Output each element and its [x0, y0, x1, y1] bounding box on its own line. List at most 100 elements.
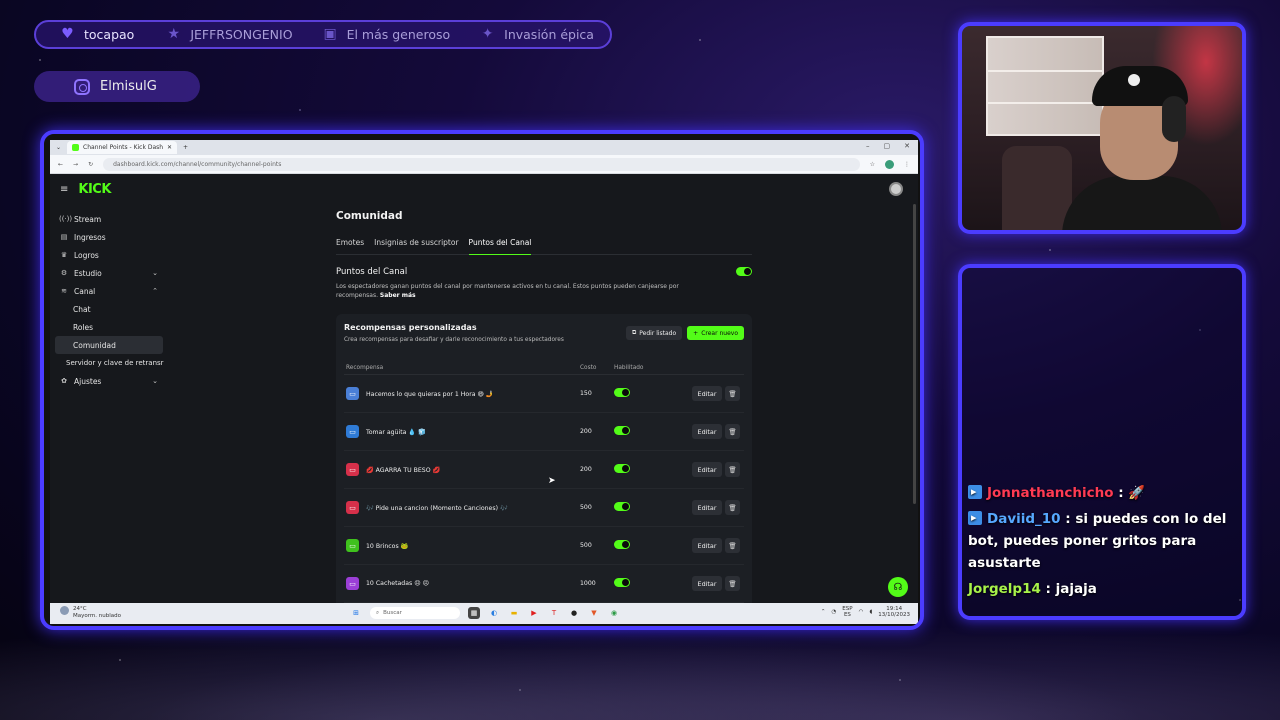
channel-points-toggle[interactable] [736, 267, 752, 276]
sidebar-item-estudio[interactable]: ⚙ Estudio ⌄ [50, 264, 168, 282]
chevron-down-icon: ⌄ [152, 269, 158, 277]
forward-icon[interactable]: → [73, 161, 78, 168]
sidebar-item-label: Logros [74, 250, 99, 260]
profile-avatar[interactable] [885, 159, 894, 169]
reload-icon[interactable]: ↻ [88, 161, 93, 168]
reward-icon: ▭ [346, 539, 359, 552]
community-content: Comunidad Emotes Insignias de suscriptor… [336, 210, 752, 614]
reward-icon: ▭ [346, 425, 359, 438]
wifi-icon[interactable]: ◠ [859, 609, 864, 615]
sidebar-item-chat[interactable]: Chat [50, 300, 168, 318]
sidebar-item-ingresos[interactable]: ▤ Ingresos [50, 228, 168, 246]
reward-actions: Editar 🗑 [692, 386, 740, 401]
volume-icon[interactable]: ◖ [869, 609, 872, 615]
brave-icon[interactable]: ▼ [588, 607, 600, 619]
file-explorer-icon[interactable]: ▬ [508, 607, 520, 619]
edge-icon[interactable]: ◐ [488, 607, 500, 619]
delete-reward-button[interactable]: 🗑 [725, 500, 740, 515]
reward-enabled-toggle[interactable] [614, 540, 630, 549]
back-icon[interactable]: ← [58, 161, 63, 168]
reward-enabled-toggle[interactable] [614, 426, 630, 435]
gift-icon: ▣ [323, 26, 337, 42]
system-tray: ⌃ ◔ ESP ES ◠ ◖ 19:14 13/10/2023 [821, 606, 910, 618]
headset [1162, 96, 1186, 142]
sidebar-item-stream[interactable]: ((·)) Stream [50, 210, 168, 228]
sidebar-item-servidor[interactable]: Servidor y clave de retransr [50, 354, 168, 372]
new-tab-icon[interactable]: + [183, 144, 188, 151]
tab-puntos-del-canal[interactable]: Puntos del Canal [468, 238, 531, 255]
chrome-icon[interactable]: ◉ [608, 607, 620, 619]
edit-reward-button[interactable]: Editar [692, 386, 722, 401]
reward-icon: ▭ [346, 501, 359, 514]
browser-menu-icon[interactable]: ⋮ [904, 161, 910, 168]
hamburger-menu-icon[interactable]: ≡ [60, 184, 68, 195]
delete-reward-button[interactable]: 🗑 [725, 538, 740, 553]
reward-enabled-toggle[interactable] [614, 388, 630, 397]
delete-reward-button[interactable]: 🗑 [725, 576, 740, 591]
edit-reward-button[interactable]: Editar [692, 500, 722, 515]
reward-enabled-toggle[interactable] [614, 578, 630, 587]
tab-emotes[interactable]: Emotes [336, 238, 364, 247]
reward-cell: ▭ 🎶 Pide una cancion (Momento Canciones) … [344, 501, 580, 514]
taskbar-search[interactable]: ⌕ Buscar [370, 607, 460, 619]
alert-label: tocapao [84, 27, 135, 42]
tab-list-chevron-icon[interactable]: ⌄ [56, 144, 61, 151]
delete-reward-button[interactable]: 🗑 [725, 424, 740, 439]
browser-tab[interactable]: Channel Points - Kick Dashboard ✕ [67, 141, 178, 154]
close-tab-icon[interactable]: ✕ [167, 144, 172, 151]
delete-reward-button[interactable]: 🗑 [725, 386, 740, 401]
request-list-button[interactable]: ⧉ Pedir listado [625, 326, 683, 340]
youtube-icon[interactable]: ▶ [528, 607, 540, 619]
page-scrollbar[interactable] [913, 204, 916, 504]
settings-icon: ✿ [61, 377, 67, 385]
kick-badge-icon [968, 481, 982, 503]
reward-actions: Editar 🗑 [692, 500, 740, 515]
tab-insignias[interactable]: Insignias de suscriptor [374, 238, 458, 247]
language-indicator[interactable]: ESP ES [842, 606, 852, 618]
chevron-up-icon: ⌃ [152, 287, 158, 295]
obs-icon[interactable]: ● [568, 607, 580, 619]
custom-rewards-card: Recompensas personalizadas Crea recompen… [336, 314, 752, 614]
clock[interactable]: 19:14 13/10/2023 [878, 606, 910, 618]
network-icon[interactable]: ◔ [831, 609, 836, 615]
sidebar-item-ajustes[interactable]: ✿ Ajustes ⌄ [50, 372, 168, 390]
reward-cell: ▭ 💋 AGARRA TU BESO 💋 [344, 463, 580, 476]
tray-chevron-icon[interactable]: ⌃ [821, 609, 826, 615]
edit-reward-button[interactable]: Editar [692, 576, 722, 591]
edit-reward-button[interactable]: Editar [692, 538, 722, 553]
reward-enabled-toggle[interactable] [614, 464, 630, 473]
trash-icon: 🗑 [728, 427, 737, 436]
headset-icon: ☊ [893, 581, 903, 593]
col-cost: Costo [580, 364, 597, 371]
kick-logo[interactable]: KICK [78, 182, 111, 197]
user-avatar[interactable] [889, 182, 903, 196]
trash-icon: 🗑 [728, 579, 737, 588]
weather-widget[interactable]: 24°C Mayorm. nublado [60, 606, 121, 620]
minimize-icon[interactable]: – [866, 142, 870, 150]
create-reward-button[interactable]: + Crear nuevo [687, 326, 744, 340]
edit-reward-button[interactable]: Editar [692, 462, 722, 477]
learn-more-link[interactable]: Saber más [380, 292, 416, 299]
reward-cost: 200 [580, 428, 592, 435]
edit-reward-button[interactable]: Editar [692, 424, 722, 439]
instagram-handle-badge: ElmisulG [34, 71, 200, 102]
text-app-icon[interactable]: T [548, 607, 560, 619]
sidebar-item-canal[interactable]: ≋ Canal ⌃ [50, 282, 168, 300]
trash-icon: 🗑 [728, 503, 737, 512]
sidebar-item-logros[interactable]: ♛ Logros [50, 246, 168, 264]
address-bar[interactable]: dashboard.kick.com/channel/community/cha… [103, 157, 860, 171]
close-window-icon[interactable]: ✕ [904, 142, 910, 150]
delete-reward-button[interactable]: 🗑 [725, 462, 740, 477]
sidebar-item-comunidad[interactable]: Comunidad [55, 336, 163, 354]
table-row: ▭ 💋 AGARRA TU BESO 💋 200 Editar 🗑 [344, 451, 744, 489]
task-view-icon[interactable]: ▦ [468, 607, 480, 619]
maximize-icon[interactable]: ▢ [884, 142, 891, 150]
trash-icon: 🗑 [728, 541, 737, 550]
clock-date: 13/10/2023 [878, 612, 910, 618]
help-chat-button[interactable]: ☊ [888, 577, 908, 597]
windows-start-icon[interactable]: ⊞ [350, 607, 362, 619]
bookmark-star-icon[interactable]: ☆ [870, 161, 875, 168]
reward-enabled-toggle[interactable] [614, 502, 630, 511]
sidebar-item-roles[interactable]: Roles [50, 318, 168, 336]
webcam-frame [958, 22, 1246, 234]
